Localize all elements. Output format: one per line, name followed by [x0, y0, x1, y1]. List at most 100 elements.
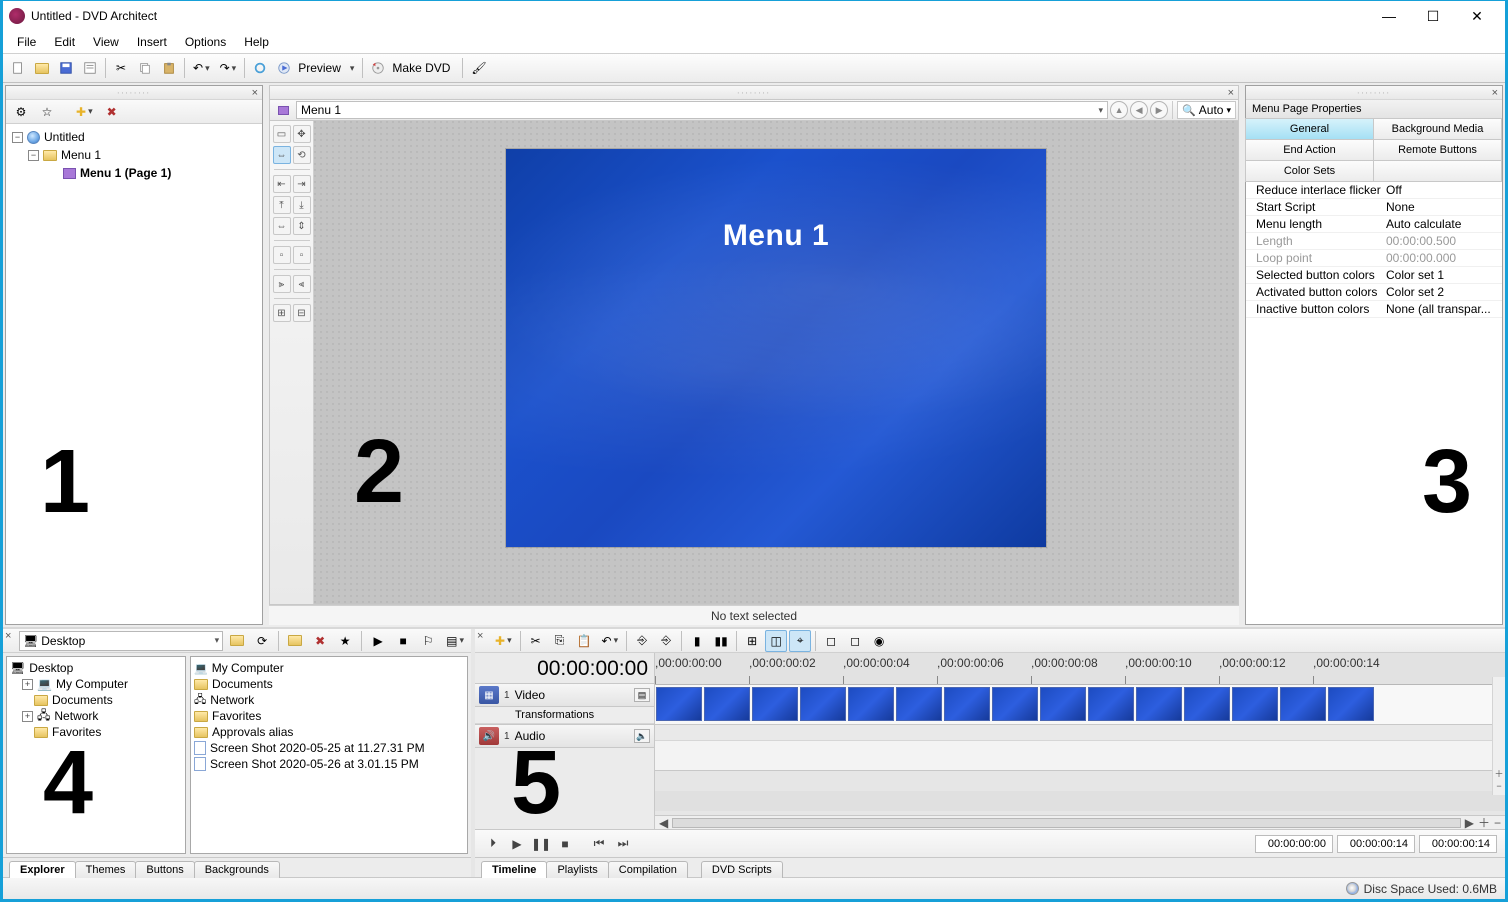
optimize-button[interactable]: ⚙: [10, 101, 32, 123]
property-row[interactable]: Menu lengthAuto calculate: [1246, 216, 1502, 233]
paste-button[interactable]: [158, 57, 180, 79]
same-width-button[interactable]: ▫: [273, 246, 291, 264]
stop-button[interactable]: ■: [555, 835, 575, 853]
favorite-button[interactable]: ★: [334, 630, 356, 652]
video-thumbnail[interactable]: [800, 687, 846, 721]
zoom-control[interactable]: 🔍 Auto ▾: [1177, 101, 1236, 119]
video-thumbnail[interactable]: [752, 687, 798, 721]
tl-grid-button[interactable]: ⌖: [789, 630, 811, 652]
menu-file[interactable]: File: [9, 33, 44, 51]
video-thumbnail[interactable]: [1136, 687, 1182, 721]
add-item-button[interactable]: [72, 101, 97, 123]
property-row[interactable]: Activated button colorsColor set 2: [1246, 284, 1502, 301]
video-thumbnail[interactable]: [992, 687, 1038, 721]
undo-button[interactable]: ↶: [189, 57, 214, 79]
menu-slide[interactable]: Menu 1: [506, 149, 1046, 547]
play-file-button[interactable]: ▶: [367, 630, 389, 652]
video-thumbnail[interactable]: [1232, 687, 1278, 721]
cut-button[interactable]: ✂: [110, 57, 132, 79]
timecode-end[interactable]: 00:00:00:14: [1337, 835, 1415, 853]
center-h-button[interactable]: ⇔: [273, 217, 291, 235]
space-v-button[interactable]: ⫷: [293, 275, 311, 293]
tab-end-action[interactable]: End Action: [1245, 139, 1374, 161]
tl-cut-button[interactable]: ✂: [525, 630, 547, 652]
tab-general[interactable]: General: [1245, 118, 1374, 140]
audio-lane[interactable]: [655, 741, 1505, 771]
tab-color-sets[interactable]: Color Sets: [1245, 160, 1374, 182]
video-thumbnail[interactable]: [1328, 687, 1374, 721]
up-folder-button[interactable]: [226, 630, 248, 652]
tl-marker-out-button[interactable]: ⎆: [655, 630, 677, 652]
tab-dvd-scripts[interactable]: DVD Scripts: [701, 861, 783, 878]
tab-explorer[interactable]: Explorer: [9, 861, 76, 878]
align-top-button[interactable]: ⤒: [273, 196, 291, 214]
play-from-start-button[interactable]: ⏵: [483, 835, 503, 853]
timecode-start[interactable]: 00:00:00:00: [1255, 835, 1333, 853]
tab-timeline[interactable]: Timeline: [481, 861, 547, 878]
navigate-tool[interactable]: ⇔: [273, 146, 291, 164]
auto-preview-button[interactable]: ⚐: [417, 630, 439, 652]
space-h-button[interactable]: ⫸: [273, 275, 291, 293]
explorer-path-combo[interactable]: 🖥Desktop▾: [19, 631, 223, 651]
video-thumbnail[interactable]: [1184, 687, 1230, 721]
delete-file-button[interactable]: ✖: [309, 630, 331, 652]
tl-quantize-button[interactable]: ◫: [765, 630, 787, 652]
menu-help[interactable]: Help: [236, 33, 277, 51]
nav-fwd-button[interactable]: ▶: [1150, 101, 1168, 119]
link-tool[interactable]: ⟲: [293, 146, 311, 164]
tl-marker-in-button[interactable]: ⎆: [631, 630, 653, 652]
project-tree[interactable]: −Untitled −Menu 1 Menu 1 (Page 1): [6, 124, 262, 624]
props-grip[interactable]: ∙∙∙∙∙∙∙∙×: [1246, 86, 1502, 100]
editor-grip[interactable]: ∙∙∙∙∙∙∙∙×: [269, 85, 1239, 99]
make-dvd-button[interactable]: Make DVD: [367, 57, 458, 79]
tl-paste-button[interactable]: 📋: [573, 630, 596, 652]
next-frame-button[interactable]: ⏭: [613, 835, 633, 853]
video-thumbnail[interactable]: [704, 687, 750, 721]
video-lane[interactable]: [655, 685, 1505, 725]
property-row[interactable]: Loop point00:00:00.000: [1246, 250, 1502, 267]
properties-button[interactable]: [79, 57, 101, 79]
explorer-list[interactable]: 💻My ComputerDocuments🖧NetworkFavoritesAp…: [190, 656, 468, 854]
tl-btn-b[interactable]: ◻: [844, 630, 866, 652]
menu-insert[interactable]: Insert: [129, 33, 175, 51]
menu-view[interactable]: View: [85, 33, 127, 51]
panel-grip[interactable]: ∙∙∙∙∙∙∙∙×: [6, 86, 262, 100]
editor-close-icon[interactable]: ×: [1228, 87, 1234, 99]
align-right-button[interactable]: ⇥: [293, 175, 311, 193]
tl-undo-button[interactable]: ↶: [598, 630, 623, 652]
explorer-tree[interactable]: 🖥Desktop +💻My Computer Documents +🖧Netwo…: [6, 656, 186, 854]
track-audio-mute-button[interactable]: 🔈: [634, 729, 650, 743]
menu-edit[interactable]: Edit: [46, 33, 83, 51]
select-tool[interactable]: ▭: [273, 125, 291, 143]
explorer-close-icon[interactable]: ×: [5, 630, 11, 642]
close-button[interactable]: ✕: [1455, 2, 1499, 30]
timeline-vscroll[interactable]: ＋−: [1492, 677, 1505, 795]
tab-themes[interactable]: Themes: [75, 861, 137, 878]
prev-frame-button[interactable]: ⏮: [589, 835, 609, 853]
track-video-header[interactable]: ▦1 Video ▤: [475, 683, 654, 707]
save-button[interactable]: [55, 57, 77, 79]
refresh-button[interactable]: ⟳: [251, 630, 273, 652]
list-item[interactable]: Screen Shot 2020-05-25 at 11.27.31 PM: [194, 740, 464, 756]
new-folder-button[interactable]: [284, 630, 306, 652]
tab-playlists[interactable]: Playlists: [546, 861, 608, 878]
new-button[interactable]: [7, 57, 29, 79]
tl-btn-a[interactable]: ◻: [820, 630, 842, 652]
align-bottom-button[interactable]: ⤓: [293, 196, 311, 214]
list-item[interactable]: Favorites: [194, 708, 464, 724]
list-item[interactable]: Documents: [194, 676, 464, 692]
track-audio-header[interactable]: 🔊1 Audio 🔈: [475, 724, 654, 748]
list-item[interactable]: Screen Shot 2020-05-26 at 3.01.15 PM: [194, 756, 464, 772]
tl-btn-c[interactable]: ◉: [868, 630, 890, 652]
star-button[interactable]: ☆: [36, 101, 58, 123]
video-thumbnail[interactable]: [1088, 687, 1134, 721]
list-item[interactable]: Approvals alias: [194, 724, 464, 740]
adjust-v-button[interactable]: ⊟: [293, 304, 311, 322]
view-mode-button[interactable]: ▤: [442, 630, 468, 652]
crosshair-tool[interactable]: ✥: [293, 125, 311, 143]
props-close-icon[interactable]: ×: [1492, 87, 1498, 99]
adjust-h-button[interactable]: ⊞: [273, 304, 291, 322]
timecode-length[interactable]: 00:00:00:14: [1419, 835, 1497, 853]
tl-copy-button[interactable]: ⎘: [549, 630, 571, 652]
pause-button[interactable]: ❚❚: [531, 835, 551, 853]
